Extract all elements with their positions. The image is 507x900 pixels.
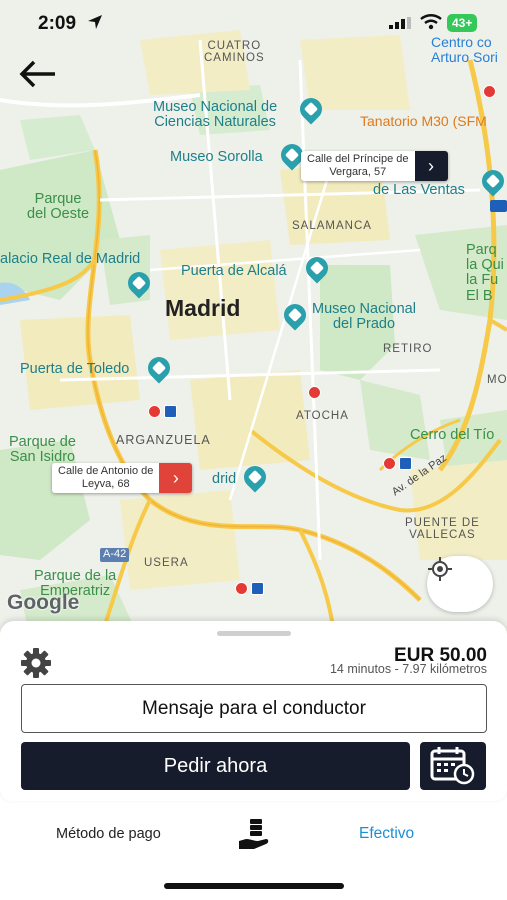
driver-message-button[interactable]: Mensaje para el conductor (21, 684, 487, 733)
origin-address: Calle de Antonio de Leyva, 68 (58, 464, 154, 490)
train-station-icon[interactable] (235, 582, 264, 595)
map-view[interactable]: CUATRO CAMINOS Centro co Arturo Sori Mus… (0, 0, 507, 640)
chevron-right-icon[interactable]: › (159, 463, 193, 493)
chevron-right-icon[interactable]: › (414, 151, 448, 181)
payment-method-label: Método de pago (56, 826, 161, 842)
map-label: alacio Real de Madrid (0, 251, 141, 267)
back-button[interactable] (18, 56, 62, 96)
signal-icon (389, 17, 411, 29)
cash-hand-icon (239, 819, 269, 849)
map-label: Parq la Qui la Fu El B (466, 242, 504, 304)
map-base (0, 0, 507, 640)
recenter-icon (428, 557, 452, 581)
map-label: Parque del Oeste (27, 191, 90, 223)
battery-indicator: 43+ (447, 14, 478, 32)
location-arrow-icon (88, 15, 102, 29)
map-label: USERA (144, 557, 189, 569)
map-label: PUENTE DE VALLECAS (405, 517, 480, 542)
road-shield: A-42 (100, 548, 130, 562)
back-arrow-icon (19, 60, 55, 88)
map-label: de Las Ventas (373, 182, 465, 198)
status-bar: 2:09 43+ (0, 0, 507, 46)
destination-callout[interactable]: Calle del Príncipe de Vergara, 57 › (301, 151, 448, 181)
map-label: Cerro del Tío (410, 427, 495, 443)
payment-footer: Método de pago Efectivo (0, 805, 507, 900)
gear-icon[interactable] (18, 645, 54, 681)
metro-station-icon[interactable] (483, 85, 496, 98)
metro-station-icon[interactable] (308, 386, 321, 399)
train-station-icon[interactable] (148, 405, 177, 418)
map-label: ATOCHA (296, 410, 349, 422)
recenter-button[interactable] (427, 556, 493, 612)
map-label: ARGANZUELA (116, 433, 211, 447)
trip-sheet: EUR 50.00 14 minutos - 7.97 kilómetros M… (0, 621, 507, 801)
sheet-handle[interactable] (217, 631, 291, 636)
schedule-button[interactable] (420, 742, 486, 790)
train-station-icon[interactable] (383, 457, 412, 470)
city-label: Madrid (165, 295, 241, 321)
google-logo: Google (7, 591, 80, 614)
map-label: Museo Nacional del Prado (312, 301, 416, 333)
status-time: 2:09 (38, 13, 77, 34)
trip-summary: 14 minutos - 7.97 kilómetros (329, 662, 487, 676)
map-label: RETIRO (383, 343, 433, 355)
map-label: Puerta de Alcalá (181, 263, 287, 279)
map-label: SALAMANCA (292, 220, 372, 232)
destination-address: Calle del Príncipe de Vergara, 57 (307, 152, 409, 178)
map-label: Museo Sorolla (170, 149, 263, 165)
map-label: drid (212, 471, 237, 487)
home-indicator[interactable] (164, 883, 344, 889)
wifi-icon (420, 14, 442, 30)
map-label: Tanatorio M30 (SFM (360, 113, 487, 129)
origin-callout[interactable]: Calle de Antonio de Leyva, 68 › (52, 463, 193, 493)
map-label: Museo Nacional de Ciencias Naturales (153, 99, 278, 131)
payment-method-value[interactable]: Efectivo (359, 825, 414, 843)
calendar-clock-icon (430, 747, 475, 785)
map-label: Puerta de Toledo (20, 361, 130, 377)
map-label: MO (487, 374, 507, 386)
order-now-button[interactable]: Pedir ahora (21, 742, 410, 790)
